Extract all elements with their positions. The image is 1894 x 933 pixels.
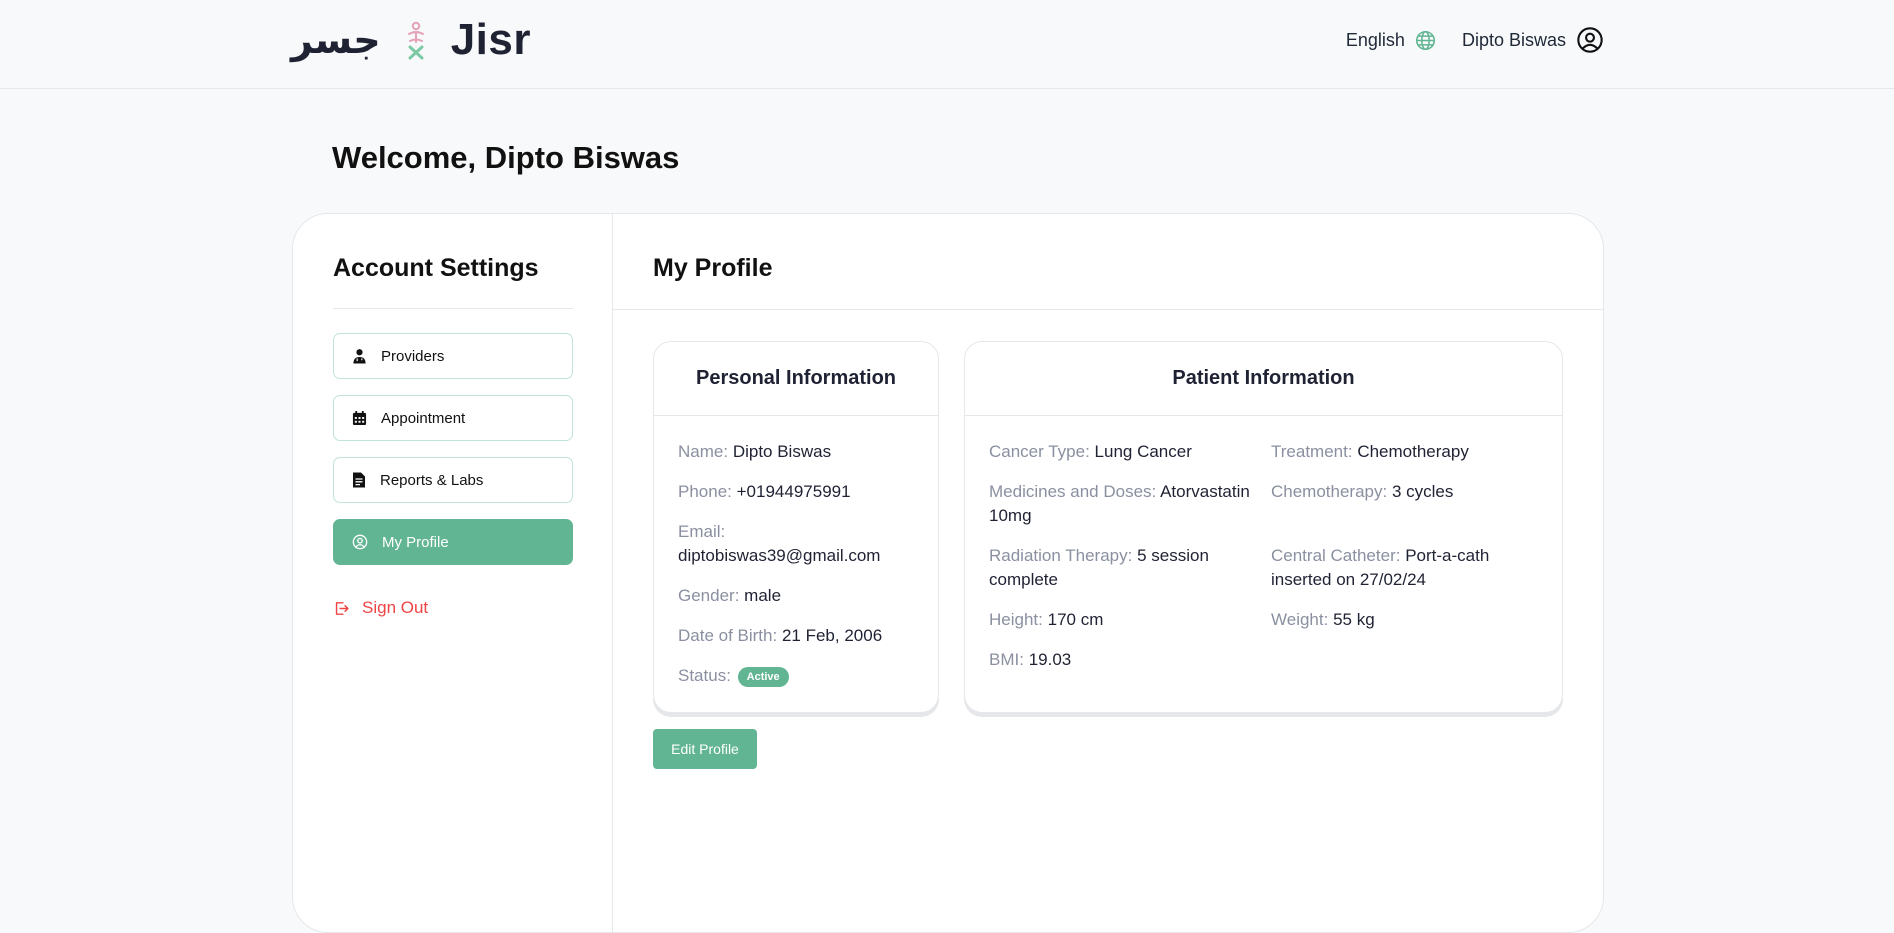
field-label: Name: (678, 442, 729, 461)
field-name: Name: Dipto Biswas (678, 440, 923, 464)
field-weight: Weight: 55 kg (1271, 608, 1541, 632)
field-label: Height: (989, 610, 1043, 629)
field-medicines-and-doses: Medicines and Doses: Atorvastatin 10mg (989, 480, 1261, 528)
logo[interactable]: جسر Jisr (291, 15, 531, 64)
field-label: Central Catheter: (1271, 546, 1401, 565)
sidebar-divider (333, 308, 573, 309)
field-phone: Phone: +01944975991 (678, 480, 923, 504)
logo-arabic-text: جسر (291, 18, 381, 62)
logo-mark-icon (407, 21, 424, 60)
sidebar-item-label: Appointment (381, 409, 466, 427)
logo-text: Jisr (450, 15, 531, 64)
field-label: Status: (678, 666, 731, 685)
field-height: Height: 170 cm (989, 608, 1261, 632)
sidebar-item-appointment[interactable]: Appointment (333, 395, 573, 441)
field-label: Medicines and Doses: (989, 482, 1157, 501)
field-label: Radiation Therapy: (989, 546, 1133, 565)
field-status: Status: Active (678, 664, 923, 688)
field-value: 55 kg (1333, 610, 1375, 629)
field-label: Email: (678, 522, 726, 541)
user-name: Dipto Biswas (1461, 29, 1566, 50)
sign-out-label: Sign Out (362, 598, 429, 617)
field-central-catheter: Central Catheter: Port-a-cath inserted o… (1271, 544, 1541, 592)
field-gender: Gender: male (678, 584, 923, 608)
field-label: Weight: (1271, 610, 1329, 629)
sidebar-item-providers[interactable]: Providers (333, 333, 573, 379)
field-value: Dipto Biswas (732, 442, 832, 461)
status-badge: Active (737, 666, 789, 687)
sidebar-item-my-profile[interactable]: My Profile (333, 519, 573, 565)
field-value: Chemotherapy (1357, 442, 1469, 461)
field-value: +01944975991 (736, 482, 851, 501)
sign-out-button[interactable]: Sign Out (333, 598, 428, 618)
main-content: My Profile Personal Information Name: Di… (613, 214, 1603, 932)
page-title: My Profile (653, 254, 773, 282)
field-value: diptobiswas39@gmail.com (678, 546, 881, 565)
main-divider (613, 309, 1603, 310)
sidebar-item-reports-labs[interactable]: Reports & Labs (333, 457, 573, 503)
field-treatment: Treatment: Chemotherapy (1271, 440, 1541, 464)
doctor-icon (353, 349, 366, 364)
globe-icon (1415, 30, 1435, 50)
field-label: Treatment: (1271, 442, 1353, 461)
user-circle-icon (352, 534, 368, 550)
sidebar-item-label: Reports & Labs (380, 471, 484, 489)
field-radiation-therapy: Radiation Therapy: 5 session complete (989, 544, 1261, 592)
edit-profile-button[interactable]: Edit Profile (653, 729, 757, 769)
user-menu[interactable]: Dipto Biswas (1462, 26, 1604, 54)
field-chemotherapy: Chemotherapy: 3 cycles (1271, 480, 1541, 504)
field-label: Chemotherapy: (1271, 482, 1388, 501)
field-label: Date of Birth: (678, 626, 778, 645)
field-date-of-birth: Date of Birth: 21 Feb, 2006 (678, 624, 923, 648)
field-value: Lung Cancer (1094, 442, 1192, 461)
personal-information-title: Personal Information (654, 342, 938, 416)
sidebar-title: Account Settings (333, 254, 539, 282)
patient-information-title: Patient Information (965, 342, 1562, 416)
top-navbar: جسر Jisr English Dipto Biswas (0, 0, 1894, 89)
sidebar-item-label: My Profile (382, 533, 449, 551)
language-selector[interactable]: English (1346, 30, 1436, 51)
patient-information-card: Patient Information Cancer Type: Lung Ca… (964, 341, 1563, 713)
field-value: 19.03 (1028, 650, 1072, 669)
user-circle-icon (1577, 27, 1603, 53)
field-cancer-type: Cancer Type: Lung Cancer (989, 440, 1261, 464)
field-value: 21 Feb, 2006 (781, 626, 883, 645)
field-label: Gender: (678, 586, 740, 605)
logout-icon (335, 601, 349, 615)
account-settings-card: Account Settings Providers Appointment R… (292, 213, 1604, 933)
field-label: BMI: (989, 650, 1024, 669)
field-label: Phone: (678, 482, 732, 501)
field-value: male (744, 586, 782, 605)
personal-information-card: Personal Information Name: Dipto Biswas … (653, 341, 939, 713)
field-email: Email: diptobiswas39@gmail.com (678, 520, 923, 568)
sidebar-item-label: Providers (381, 347, 445, 365)
field-bmi: BMI: 19.03 (989, 648, 1261, 672)
field-value: 170 cm (1047, 610, 1104, 629)
calendar-icon (352, 410, 367, 426)
field-label: Cancer Type: (989, 442, 1090, 461)
sidebar: Account Settings Providers Appointment R… (293, 214, 613, 932)
field-value: 3 cycles (1391, 482, 1454, 501)
document-icon (353, 472, 365, 488)
language-label: English (1345, 29, 1405, 50)
welcome-heading: Welcome, Dipto Biswas (332, 140, 680, 175)
